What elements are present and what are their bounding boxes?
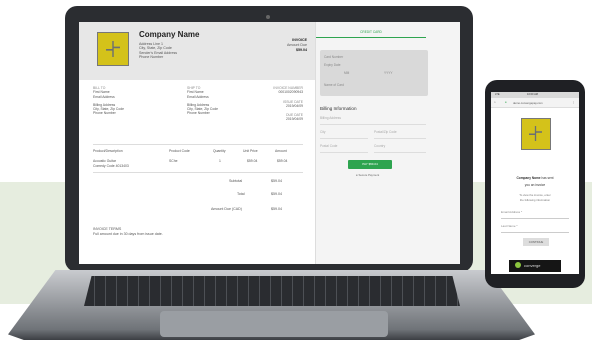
amount-due-summary: INVOICE Amount Due $59.04	[287, 38, 307, 52]
billing-title: Billing Information	[320, 106, 357, 111]
expiry-year-select[interactable]: YYYY	[384, 71, 393, 75]
ship-to: SHIP TO First Name Email Address Billing…	[187, 86, 219, 116]
company-logo	[97, 32, 129, 66]
keyboard	[84, 276, 460, 306]
subtotal-value: $59.04	[271, 179, 282, 183]
card-number-field[interactable]: Card Number	[324, 55, 343, 59]
email-field[interactable]: Email Address *	[501, 210, 569, 219]
expiry-date-label: Expiry Date	[324, 63, 341, 67]
invoice-terms: INVOICE TERMS Full amount due in 30 days…	[93, 227, 163, 236]
city-field[interactable]: City	[320, 130, 368, 139]
home-icon[interactable]: ⌂	[494, 100, 496, 104]
name-on-card-field[interactable]: Name of Card	[324, 83, 344, 87]
phone-headline-line2: you an invoice	[524, 183, 546, 187]
lock-icon: ●	[505, 100, 507, 104]
total-value: $59.04	[271, 192, 282, 196]
invoice-panel: Company Name Address Line 1 City, State,…	[79, 22, 315, 264]
tab-credit-card[interactable]: CREDIT CARD	[316, 30, 426, 38]
invoice-header: Company Name Address Line 1 City, State,…	[79, 22, 315, 80]
trackpad	[160, 311, 388, 337]
total-label: Total	[237, 192, 245, 196]
converge-logo-icon	[515, 262, 521, 268]
sender-address: Address Line 1 City, State, Zip Code Sen…	[139, 42, 178, 60]
amount-due-label: Amount Due (CAD)	[211, 207, 242, 211]
logo-mark-icon	[529, 126, 542, 141]
phone-subtext-2: the following information	[519, 198, 551, 202]
continue-button[interactable]: CONTINUE	[523, 238, 549, 246]
card-form: Card Number Expiry Date MM YYYY Name of …	[320, 50, 428, 96]
payment-panel: CREDIT CARD Card Number Expiry Date MM Y…	[315, 22, 460, 264]
line-items-table: Product/Description Product Code Quantit…	[93, 149, 303, 179]
subtotal-label: Subtotal	[229, 179, 243, 183]
phone-screen: LTE 10:00 AM ⌂ ● demo.convergepay.com ⋮ …	[491, 92, 579, 274]
invoice-meta: INVOICE NUMBER 0001002090943 ISSUE DATE …	[273, 86, 303, 122]
expiry-month-select[interactable]: MM	[344, 71, 349, 75]
divider	[93, 172, 303, 173]
laptop-screen: Company Name Address Line 1 City, State,…	[79, 22, 460, 264]
converge-brand: converge	[509, 260, 561, 272]
menu-icon[interactable]: ⋮	[572, 100, 575, 104]
last-name-field[interactable]: Last Name *	[501, 224, 569, 233]
secure-payment: ● Secure Payment	[356, 173, 380, 177]
billing-address-field[interactable]: Billing Address	[320, 116, 426, 125]
postal-zip-field[interactable]: Postal/Zip Code	[374, 130, 426, 139]
logo-mark-icon	[106, 41, 120, 57]
phone-subtext-1: To view the invoice, enter	[519, 193, 551, 197]
company-logo	[521, 118, 551, 150]
table-header-row: Product/Description Product Code Quantit…	[93, 149, 287, 153]
divider	[93, 144, 303, 145]
phone-headline: Company Name has sent	[516, 176, 554, 180]
table-row-note: Comedy Code 4013403	[93, 164, 129, 168]
bill-to: BILL TO First Name Email Address Billing…	[93, 86, 125, 116]
camera-icon	[266, 15, 270, 19]
amount-due-value: $59.04	[271, 207, 282, 211]
company-name: Company Name	[139, 30, 200, 39]
postal-code-field[interactable]: Postal Code	[320, 144, 368, 153]
country-select[interactable]: Country	[374, 144, 426, 153]
phone-address-bar[interactable]: ⌂ ● demo.convergepay.com ⋮	[491, 98, 579, 108]
pay-button[interactable]: PAY $59.04	[348, 160, 392, 169]
